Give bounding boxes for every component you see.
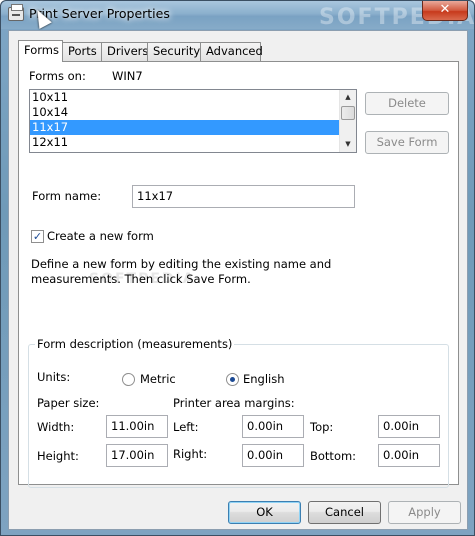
create-new-form-checkbox[interactable]: ✓ [31,230,44,243]
list-scrollbar[interactable]: ▲ ▼ [339,90,356,152]
server-name: WIN7 [112,69,143,83]
forms-list[interactable]: 10x11 10x14 11x17 12x11 ▲ ▼ [29,89,357,153]
left-margin-input[interactable]: 0.00in [242,415,304,438]
tab-drivers[interactable]: Drivers [101,42,148,61]
tab-forms[interactable]: Forms [18,40,63,62]
height-label: Height: [37,449,79,463]
list-item[interactable]: 10x11 [30,90,339,105]
printer-icon [8,4,24,21]
forms-on-label: Forms on: [29,69,86,83]
cancel-button[interactable]: Cancel [308,501,381,524]
scroll-thumb[interactable] [341,106,355,120]
right-margin-input[interactable]: 0.00in [242,444,304,467]
width-label: Width: [37,420,75,434]
apply-button[interactable]: Apply [388,501,461,524]
print-server-properties-window: Print Server Properties SOFTPEDIA ✕ Form… [0,0,475,536]
paper-size-label: Paper size: [37,396,100,410]
metric-radio[interactable] [122,373,135,386]
left-label: Left: [173,420,199,434]
scroll-down-arrow-icon[interactable]: ▼ [340,137,356,152]
tab-security[interactable]: Security [147,42,201,61]
bottom-label: Bottom: [310,449,357,463]
forms-panel: Forms on: WIN7 10x11 10x14 11x17 12x11 ▲… [18,61,459,488]
bottom-margin-input[interactable]: 0.00in [378,444,440,467]
list-item[interactable]: 10x14 [30,105,339,120]
list-item[interactable]: 12x11 [30,135,339,150]
width-input[interactable]: 11.00in [106,415,168,438]
margins-label: Printer area margins: [173,396,295,410]
tab-ports[interactable]: Ports [62,42,102,61]
metric-label[interactable]: Metric [140,372,176,386]
dialog-client-area: Forms Ports Drivers Security Advanced Fo… [8,30,468,530]
top-margin-input[interactable]: 0.00in [378,415,440,438]
delete-button[interactable]: Delete [365,92,449,115]
units-label: Units: [37,370,71,384]
english-label[interactable]: English [243,372,285,386]
close-button[interactable]: ✕ [422,1,468,21]
english-radio[interactable] [226,373,239,386]
scroll-up-arrow-icon[interactable]: ▲ [340,90,356,105]
instructions-line-2: measurements. Then click Save Form. [31,272,251,286]
form-name-label: Form name: [32,189,102,203]
title-bar[interactable]: Print Server Properties SOFTPEDIA ✕ [1,1,474,30]
list-item-selected[interactable]: 11x17 [30,120,339,135]
form-description-group: Form description (measurements) Units: M… [28,337,449,488]
tab-advanced[interactable]: Advanced [200,42,263,61]
create-new-form-label[interactable]: Create a new form [47,229,154,243]
instructions-line-1: Define a new form by editing the existin… [31,257,332,271]
form-name-input[interactable]: 11x17 [132,185,355,208]
top-label: Top: [310,420,334,434]
height-input[interactable]: 17.00in [106,444,168,467]
right-label: Right: [173,447,208,461]
save-form-button[interactable]: Save Form [365,131,449,154]
group-title: Form description (measurements) [35,337,235,351]
ok-button[interactable]: OK [228,501,301,524]
